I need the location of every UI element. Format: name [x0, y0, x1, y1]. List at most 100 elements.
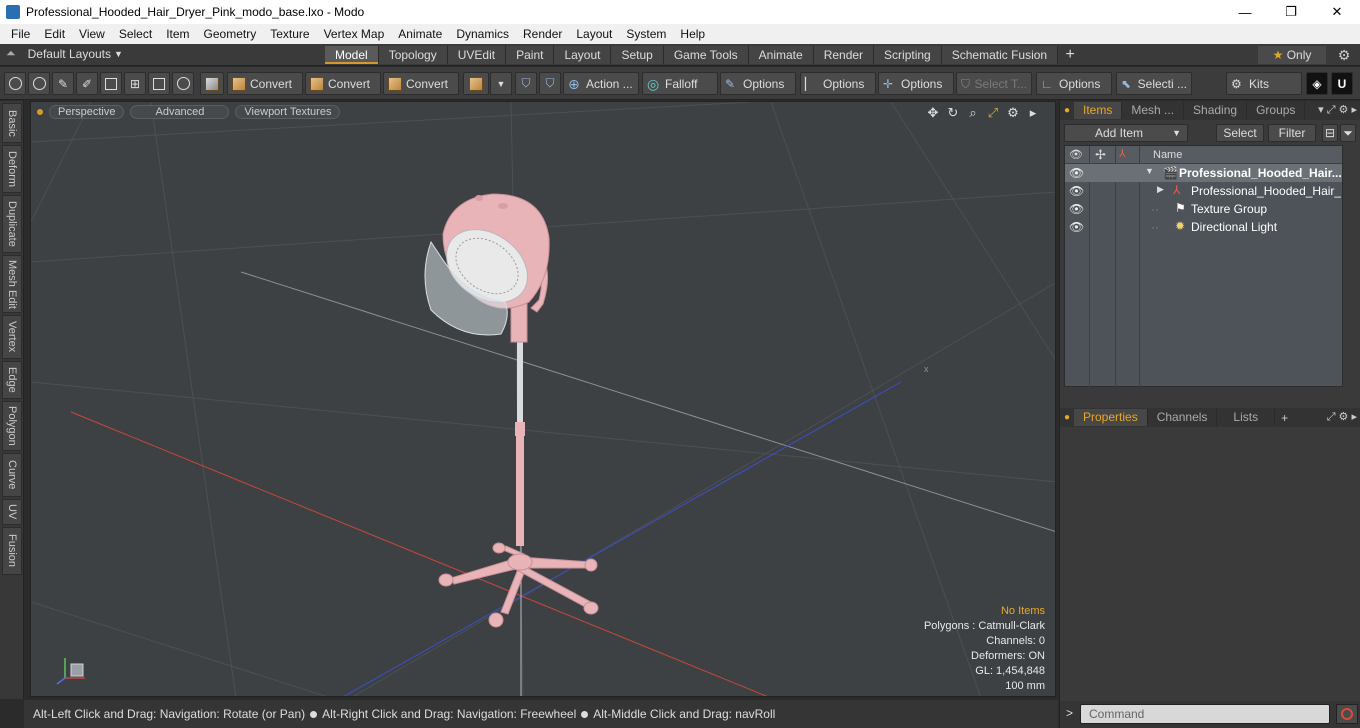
panel-menu-icons[interactable]: ⤢ ⚙ ▸ — [1327, 408, 1357, 427]
menu-texture[interactable]: Texture — [263, 24, 316, 44]
menu-view[interactable]: View — [72, 24, 112, 44]
globe-button[interactable] — [28, 72, 50, 95]
collapse-button[interactable]: ⊟ — [1322, 124, 1338, 142]
item-cube-button[interactable] — [463, 72, 489, 95]
maximize-button[interactable]: ❐ — [1268, 0, 1314, 24]
eye-icon[interactable]: 👁 — [1069, 184, 1084, 198]
tab-model[interactable]: Model — [325, 46, 379, 64]
funnel-button[interactable]: ⏷ — [1340, 124, 1356, 142]
3d-viewport[interactable]: x Perspective Advanced Viewport Textures… — [30, 101, 1056, 697]
options-button-3[interactable]: ✛ Options — [878, 72, 954, 95]
list-item-mesh[interactable]: 👁 ▶ ⅄ Professional_Hooded_Hair_ ... — [1065, 182, 1342, 200]
tab-shading[interactable]: Shading — [1184, 102, 1248, 119]
menu-layout[interactable]: Layout — [569, 24, 619, 44]
tab-deform[interactable]: Deform — [2, 145, 22, 193]
tab-edge[interactable]: Edge — [2, 361, 22, 399]
menu-render[interactable]: Render — [516, 24, 569, 44]
tab-mesh[interactable]: Mesh ... — [1122, 102, 1185, 119]
eye-icon[interactable]: 👁 — [1069, 166, 1084, 180]
tab-game-tools[interactable]: Game Tools — [663, 46, 749, 64]
command-input[interactable]: Command — [1080, 704, 1330, 724]
maximize-viewport-icon[interactable]: ⤢ — [983, 105, 1003, 121]
type-column-icon[interactable]: ⅄ — [1119, 147, 1126, 160]
tab-schematic-fusion[interactable]: Schematic Fusion — [941, 46, 1059, 64]
unreal-button[interactable]: U — [1331, 72, 1353, 95]
tab-uvedit[interactable]: UVEdit — [447, 46, 507, 64]
default-layouts-dropdown[interactable]: ⏶ Default Layouts ▼ — [6, 46, 123, 61]
record-macro-button[interactable] — [1336, 704, 1358, 724]
select-vertices-button[interactable] — [4, 72, 26, 95]
filter-button[interactable]: Filter — [1268, 124, 1316, 142]
eye-icon[interactable]: 👁 — [1069, 220, 1084, 234]
tab-paint[interactable]: Paint — [506, 46, 555, 64]
pen-tool-button[interactable]: ✎ — [52, 72, 74, 95]
tab-mesh-edit[interactable]: Mesh Edit — [2, 255, 22, 313]
options-button-1[interactable]: ✎ Options — [720, 72, 796, 95]
tab-layout[interactable]: Layout — [554, 46, 612, 64]
list-item-scene[interactable]: 👁 ▼ 🎬 Professional_Hooded_Hair... — [1065, 164, 1342, 182]
edge-tool-button[interactable]: ✐ — [76, 72, 98, 95]
viewport-more-icon[interactable]: ▸ — [1023, 105, 1043, 121]
rotate-icon[interactable]: ↻ — [943, 105, 963, 121]
selection-button[interactable]: ⬉ Selecti ... — [1116, 72, 1192, 95]
falloff-button[interactable]: ◎ Falloff — [642, 72, 718, 95]
gear-icon[interactable]: ⚙ — [1334, 46, 1354, 64]
tab-setup[interactable]: Setup — [611, 46, 664, 64]
tab-lists[interactable]: Lists — [1217, 409, 1276, 426]
menu-geometry[interactable]: Geometry — [197, 24, 264, 44]
menu-dynamics[interactable]: Dynamics — [449, 24, 516, 44]
tab-curve[interactable]: Curve — [2, 453, 22, 497]
tab-fusion[interactable]: Fusion — [2, 527, 22, 575]
menu-select[interactable]: Select — [112, 24, 159, 44]
lock-column-icon[interactable]: ✢ — [1095, 147, 1106, 163]
item-mode-button[interactable] — [200, 72, 224, 95]
list-item-directional-light[interactable]: 👁 ·· ✹ Directional Light — [1065, 218, 1342, 236]
sphere-tool-button[interactable] — [172, 72, 194, 95]
perspective-button[interactable]: Perspective — [49, 105, 125, 119]
tab-basic[interactable]: Basic — [2, 103, 22, 143]
tab-render[interactable]: Render — [813, 46, 875, 64]
material-tool-button[interactable] — [148, 72, 170, 95]
viewport-gear-icon[interactable]: ⚙ — [1003, 105, 1023, 121]
kits-button[interactable]: ⚙ Kits — [1226, 72, 1302, 95]
viewport-textures-button[interactable]: Viewport Textures — [235, 105, 341, 119]
tab-properties[interactable]: Properties — [1074, 409, 1148, 426]
convert-button-1[interactable]: Convert — [227, 72, 303, 95]
tab-vertex[interactable]: Vertex — [2, 315, 22, 359]
snapping-button[interactable]: ⛉ — [539, 72, 561, 95]
menu-item[interactable]: Item — [159, 24, 196, 44]
select-through-button[interactable]: ⛉ Select T... — [956, 72, 1032, 95]
menu-file[interactable]: File — [4, 24, 37, 44]
item-dropdown-button[interactable]: ▼ — [490, 72, 512, 95]
options-button-2[interactable]: ▏ Options — [800, 72, 876, 95]
zoom-icon[interactable]: ⌕ — [963, 105, 983, 121]
tab-topology[interactable]: Topology — [378, 46, 448, 64]
panel-dot-icon[interactable]: ● — [1060, 105, 1074, 116]
menu-help[interactable]: Help — [673, 24, 712, 44]
symmetry-button[interactable]: ⛉ — [515, 72, 537, 95]
panel-menu-icons[interactable]: ▾ ⤢ ⚙ ▸ — [1318, 101, 1357, 120]
items-scrollbar[interactable] — [1345, 145, 1355, 387]
action-center-button[interactable]: ⊕ Action ... — [563, 72, 639, 95]
minimize-button[interactable]: — — [1222, 0, 1268, 24]
tab-scripting[interactable]: Scripting — [874, 46, 942, 64]
close-button[interactable]: ✕ — [1314, 0, 1360, 24]
only-toggle[interactable]: ★ Only — [1258, 46, 1326, 64]
convert-button-3[interactable]: Convert — [383, 72, 459, 95]
add-tab-button[interactable]: + — [1058, 46, 1082, 64]
panel-dot-icon[interactable]: ● — [1060, 412, 1074, 423]
polygon-tool-button[interactable] — [100, 72, 122, 95]
options-button-4[interactable]: ∟ Options — [1036, 72, 1112, 95]
tab-polygon[interactable]: Polygon — [2, 401, 22, 451]
tab-uv[interactable]: UV — [2, 499, 22, 525]
tab-groups[interactable]: Groups — [1247, 102, 1306, 119]
tab-items[interactable]: Items — [1074, 102, 1123, 119]
tab-duplicate[interactable]: Duplicate — [2, 195, 22, 253]
name-column-header[interactable]: Name — [1153, 149, 1182, 161]
visibility-column-icon[interactable]: 👁 — [1069, 148, 1083, 161]
advanced-button[interactable]: Advanced — [130, 105, 230, 119]
expand-arrow-icon[interactable]: ▼ — [1145, 166, 1154, 176]
menu-system[interactable]: System — [619, 24, 673, 44]
list-item-texture-group[interactable]: 👁 ·· ⚑ Texture Group — [1065, 200, 1342, 218]
unity-button[interactable]: ◈ — [1306, 72, 1328, 95]
